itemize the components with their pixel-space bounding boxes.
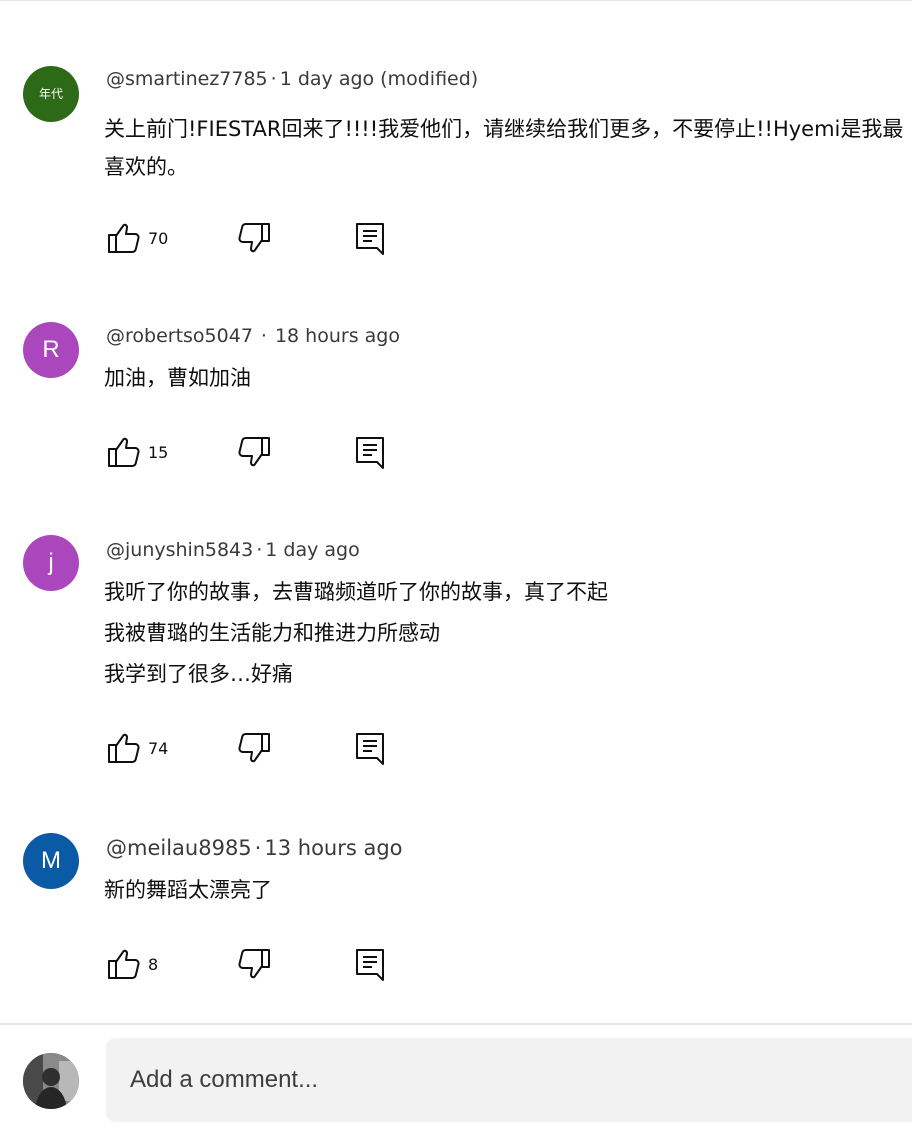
thumbs-up-icon xyxy=(106,434,142,470)
reply-button[interactable] xyxy=(354,432,386,472)
comment-actions: 70 xyxy=(104,218,404,258)
meta-separator: · xyxy=(260,325,267,347)
like-count: 8 xyxy=(148,954,159,974)
top-divider xyxy=(0,0,912,1)
comment-line: 新的舞蹈太漂亮了 xyxy=(104,878,272,902)
like-count: 70 xyxy=(148,228,169,248)
like-button[interactable]: 70 xyxy=(106,218,168,258)
avatar[interactable]: M xyxy=(23,833,79,889)
user-avatar[interactable] xyxy=(23,1053,79,1109)
like-button[interactable]: 74 xyxy=(106,728,168,768)
reply-button[interactable] xyxy=(354,728,386,768)
comment-line: 关上前门!FIESTAR回来了!!!!我爱他们，请继续给我们更多，不要停止!!H… xyxy=(104,117,904,179)
comment-time: 1 day ago (modified) xyxy=(279,68,479,90)
user-photo-icon xyxy=(23,1053,79,1109)
comment-meta: @meilau8985 · 13 hours ago xyxy=(106,836,403,860)
reply-comment-icon xyxy=(354,434,386,470)
comment-actions: 15 xyxy=(104,432,404,472)
comment-meta: @smartinez7785 · 1 day ago (modified) xyxy=(106,68,478,90)
reply-comment-icon xyxy=(354,730,386,766)
meta-separator: · xyxy=(270,68,277,90)
comment-actions: 74 xyxy=(104,728,404,768)
comment-text: 关上前门!FIESTAR回来了!!!!我爱他们，请继续给我们更多，不要停止!!H… xyxy=(104,110,912,186)
like-count: 74 xyxy=(148,738,169,758)
thumbs-up-icon xyxy=(106,946,142,982)
dislike-button[interactable] xyxy=(236,432,272,472)
avatar[interactable]: R xyxy=(23,322,79,378)
reply-comment-icon xyxy=(354,946,386,982)
comment-meta: @junyshin5843 · 1 day ago xyxy=(106,539,360,561)
comment-line: 我听了你的故事，去曹璐频道听了你的故事，真了不起 xyxy=(104,580,608,604)
comment-line: 我学到了很多…好痛 xyxy=(104,662,293,686)
author-handle[interactable]: @meilau8985 xyxy=(106,836,252,860)
dislike-button[interactable] xyxy=(236,728,272,768)
thumbs-down-icon xyxy=(236,434,272,470)
meta-separator: · xyxy=(256,539,263,561)
avatar[interactable]: 年代 xyxy=(23,66,79,122)
comment-time: 18 hours ago xyxy=(274,325,400,347)
thumbs-down-icon xyxy=(236,730,272,766)
composer-divider xyxy=(0,1023,912,1025)
reply-comment-icon xyxy=(354,220,386,256)
thumbs-down-icon xyxy=(236,946,272,982)
comment-time: 13 hours ago xyxy=(264,836,403,860)
dislike-button[interactable] xyxy=(236,218,272,258)
dislike-button[interactable] xyxy=(236,944,272,984)
comment-line: 我被曹璐的生活能力和推进力所感动 xyxy=(104,621,440,645)
like-count: 15 xyxy=(148,442,169,462)
avatar[interactable]: j xyxy=(23,535,79,591)
author-handle[interactable]: @junyshin5843 xyxy=(106,539,253,561)
comment-text: 我听了你的故事，去曹璐频道听了你的故事，真了不起 我被曹璐的生活能力和推进力所感… xyxy=(104,572,912,695)
thumbs-up-icon xyxy=(106,730,142,766)
comment-actions: 8 xyxy=(104,944,404,984)
add-comment-input[interactable]: Add a comment... xyxy=(106,1038,912,1122)
comment-line: 加油，曹如加油 xyxy=(104,366,251,390)
comment-text: 新的舞蹈太漂亮了 xyxy=(104,870,912,910)
thumbs-down-icon xyxy=(236,220,272,256)
add-comment-placeholder: Add a comment... xyxy=(130,1066,319,1093)
reply-button[interactable] xyxy=(354,944,386,984)
author-handle[interactable]: @robertso5047 xyxy=(106,325,253,347)
reply-button[interactable] xyxy=(354,218,386,258)
author-handle[interactable]: @smartinez7785 xyxy=(106,68,268,90)
like-button[interactable]: 15 xyxy=(106,432,168,472)
like-button[interactable]: 8 xyxy=(106,944,158,984)
comment-text: 加油，曹如加油 xyxy=(104,358,912,398)
comment-meta: @robertso5047 · 18 hours ago xyxy=(106,325,400,347)
comment-time: 1 day ago xyxy=(265,539,360,561)
meta-separator: · xyxy=(254,836,262,860)
thumbs-up-icon xyxy=(106,220,142,256)
